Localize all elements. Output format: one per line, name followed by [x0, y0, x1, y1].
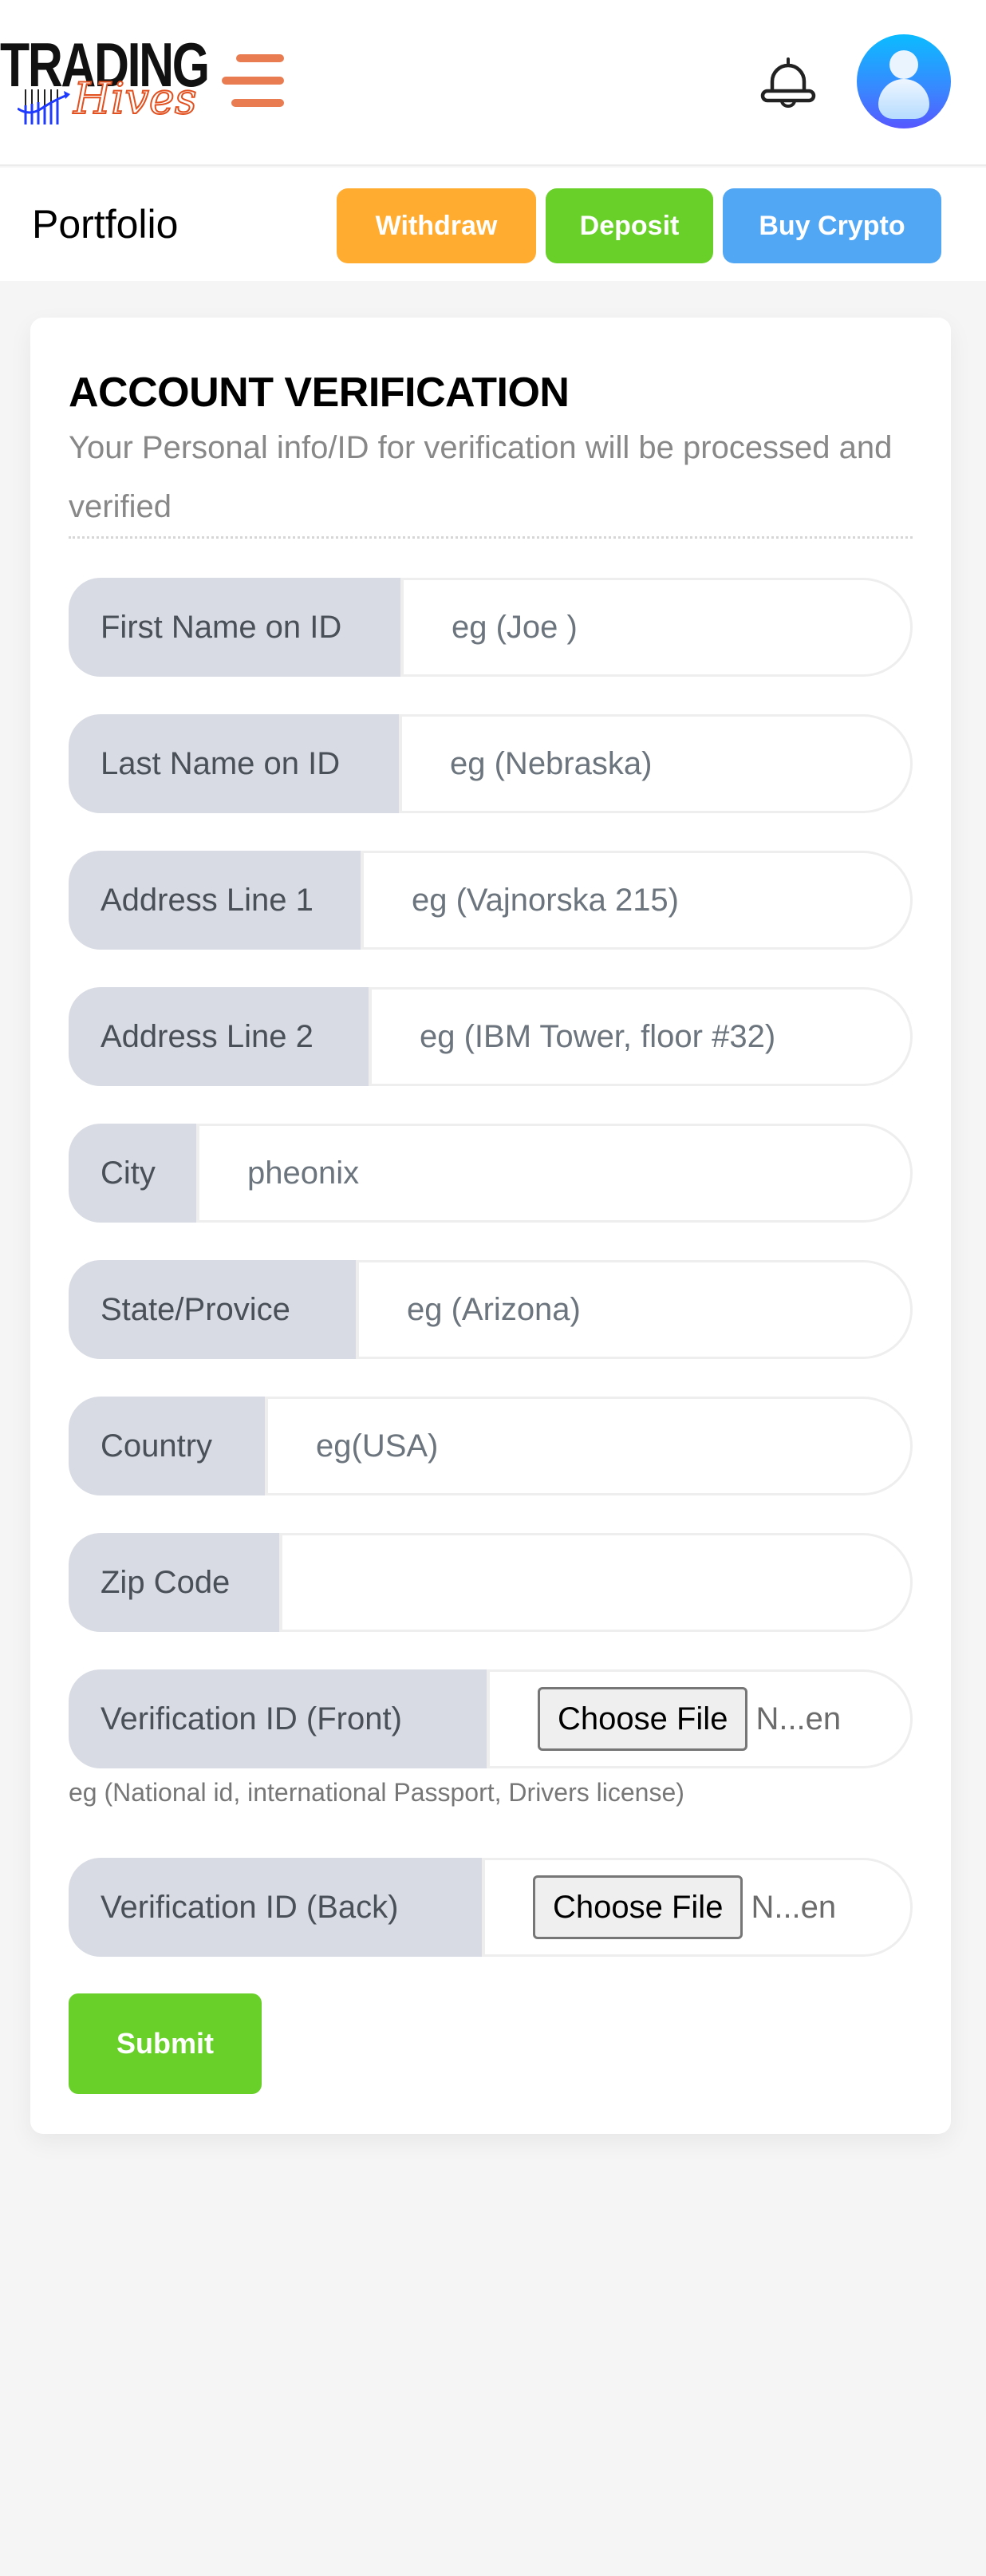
- submit-button[interactable]: Submit: [69, 1993, 262, 2094]
- address-line-1-input[interactable]: [361, 851, 913, 950]
- zip-code-field: Zip Code: [69, 1533, 913, 1632]
- buy-crypto-button[interactable]: Buy Crypto: [723, 188, 941, 263]
- address-line-2-field: Address Line 2: [69, 987, 913, 1086]
- zip-code-input[interactable]: [279, 1533, 913, 1632]
- deposit-button[interactable]: Deposit: [546, 188, 713, 263]
- field-label: Last Name on ID: [69, 714, 399, 813]
- address-line-1-field: Address Line 1: [69, 851, 913, 950]
- choose-file-button[interactable]: Choose File: [533, 1875, 743, 1939]
- file-input-front[interactable]: Choose File N...en: [487, 1669, 913, 1768]
- state-province-input[interactable]: [356, 1260, 913, 1359]
- card-description: Your Personal info/ID for verification w…: [69, 430, 893, 524]
- candlestick-chart-icon: [18, 89, 70, 124]
- city-input[interactable]: [196, 1124, 913, 1223]
- top-navbar: TRADING Hives: [0, 0, 986, 166]
- logo-script: Hives: [73, 73, 198, 124]
- field-label: Verification ID (Front): [69, 1669, 487, 1768]
- user-avatar-icon[interactable]: [857, 34, 951, 128]
- account-verification-card: ACCOUNT VERIFICATION Your Personal info/…: [30, 318, 951, 2134]
- hamburger-menu-icon[interactable]: [219, 51, 284, 107]
- id-type-hint: eg (National id, international Passport,…: [69, 1778, 684, 1807]
- file-input-back[interactable]: Choose File N...en: [482, 1858, 913, 1957]
- field-label: Zip Code: [69, 1533, 279, 1632]
- field-label: State/Provice: [69, 1260, 356, 1359]
- file-status: N...en: [755, 1701, 842, 1736]
- card-title: ACCOUNT VERIFICATION: [69, 369, 570, 416]
- state-province-field: State/Provice: [69, 1260, 913, 1359]
- trading-hives-logo[interactable]: TRADING Hives: [0, 34, 210, 129]
- dotted-divider: [69, 536, 913, 539]
- last-name-field: Last Name on ID: [69, 714, 913, 813]
- field-label: Country: [69, 1397, 265, 1495]
- bell-icon[interactable]: [758, 54, 818, 115]
- file-status: N...en: [751, 1889, 837, 1925]
- withdraw-button[interactable]: Withdraw: [337, 188, 536, 263]
- city-field: City: [69, 1124, 913, 1223]
- verification-id-back-field: Verification ID (Back) Choose File N...e…: [69, 1858, 913, 1957]
- country-input[interactable]: [265, 1397, 913, 1495]
- field-label: City: [69, 1124, 196, 1223]
- page-title: Portfolio: [32, 202, 179, 247]
- verification-id-front-field: Verification ID (Front) Choose File N...…: [69, 1669, 913, 1768]
- country-field: Country: [69, 1397, 913, 1495]
- field-label: Address Line 1: [69, 851, 361, 950]
- address-line-2-input[interactable]: [369, 987, 913, 1086]
- field-label: First Name on ID: [69, 578, 400, 677]
- portfolio-header: Portfolio Withdraw Deposit Buy Crypto: [0, 168, 986, 281]
- first-name-input[interactable]: [400, 578, 913, 677]
- last-name-input[interactable]: [399, 714, 913, 813]
- first-name-field: First Name on ID: [69, 578, 913, 677]
- field-label: Verification ID (Back): [69, 1858, 482, 1957]
- field-label: Address Line 2: [69, 987, 369, 1086]
- choose-file-button[interactable]: Choose File: [538, 1687, 748, 1751]
